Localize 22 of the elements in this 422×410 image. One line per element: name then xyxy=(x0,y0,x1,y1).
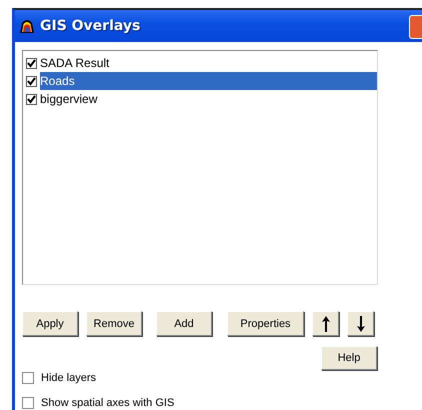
button[interactable]: Apply xyxy=(22,311,78,336)
checkbox[interactable] xyxy=(26,76,37,86)
button[interactable]: Remove xyxy=(86,311,142,336)
checkbox[interactable] xyxy=(26,58,37,68)
app-icon xyxy=(19,18,35,34)
button[interactable]: Add xyxy=(156,311,212,336)
checkbox-label: Show spatial axes with GIS xyxy=(41,396,174,408)
close-button[interactable] xyxy=(409,15,422,39)
button[interactable]: Properties xyxy=(227,311,304,336)
checkbox[interactable] xyxy=(22,372,34,384)
down-arrow-icon xyxy=(356,316,364,332)
checkbox-label: Hide layers xyxy=(41,372,96,384)
move-down-button[interactable] xyxy=(347,311,374,336)
list-item[interactable]: Roads xyxy=(40,72,377,90)
window-title: GIS Overlays xyxy=(40,18,140,34)
up-arrow-icon xyxy=(322,316,330,332)
move-up-button[interactable] xyxy=(312,311,339,336)
list-item[interactable]: SADA Result xyxy=(40,54,377,72)
checkbox[interactable] xyxy=(26,94,37,104)
list-item[interactable]: biggerview xyxy=(40,90,377,108)
checkbox[interactable] xyxy=(22,396,34,408)
help-button[interactable]: Help xyxy=(321,346,377,370)
